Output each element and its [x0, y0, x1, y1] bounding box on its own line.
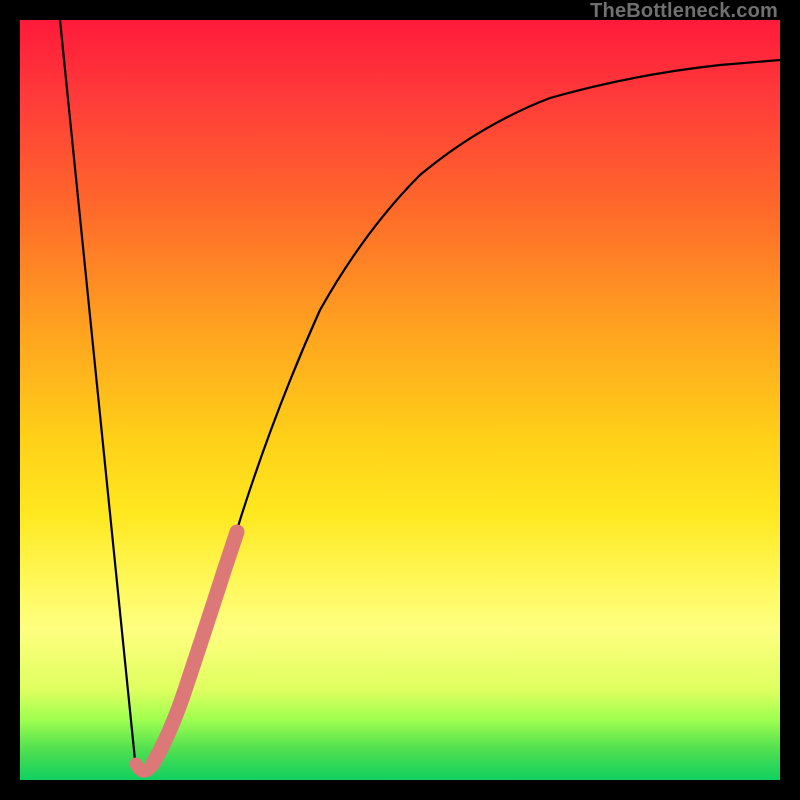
watermark-text: TheBottleneck.com [590, 0, 778, 23]
plot-area [20, 20, 780, 780]
highlight-segment [152, 532, 237, 765]
chart-frame: TheBottleneck.com [0, 0, 800, 800]
highlight-tip [136, 764, 150, 771]
bottleneck-curve-svg [20, 20, 780, 780]
bottleneck-curve [60, 20, 780, 773]
